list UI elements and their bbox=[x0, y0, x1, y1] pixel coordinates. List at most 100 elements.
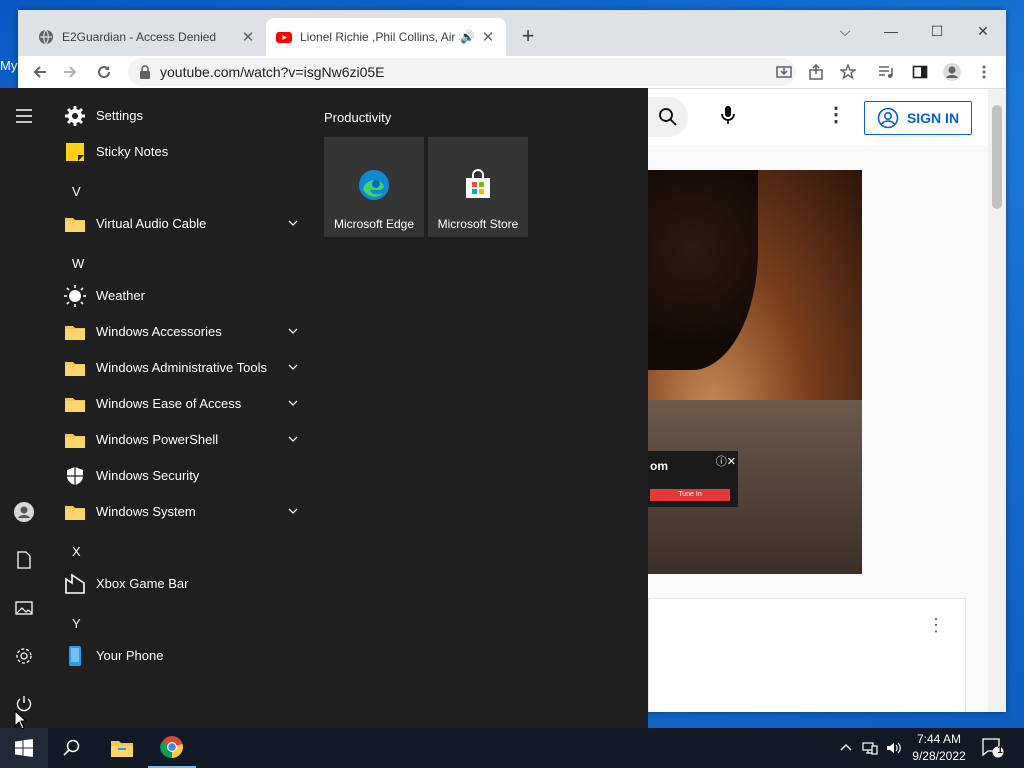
search-button[interactable] bbox=[648, 97, 688, 137]
app-label: Windows Accessories bbox=[96, 324, 222, 339]
video-player[interactable] bbox=[648, 170, 862, 574]
chevron-down-icon[interactable] bbox=[286, 324, 300, 338]
search-icon bbox=[659, 108, 677, 126]
close-window-button[interactable]: ✕ bbox=[960, 16, 1006, 46]
chevron-down-icon[interactable] bbox=[286, 396, 300, 410]
letter-header-y[interactable]: Y bbox=[72, 616, 81, 631]
taskbar-file-explorer[interactable] bbox=[98, 728, 146, 768]
tile-group-title[interactable]: Productivity bbox=[324, 110, 391, 125]
ad-tune-in-button[interactable]: Tune In bbox=[650, 489, 730, 501]
scrollbar-thumb[interactable] bbox=[992, 105, 1002, 209]
video-info-card: ⋮ bbox=[648, 598, 966, 712]
app-label: Weather bbox=[96, 288, 145, 303]
chrome-menu-icon[interactable] bbox=[972, 60, 996, 84]
desktop-icon-label[interactable]: My bbox=[0, 58, 17, 73]
app-windows-powershell[interactable]: Windows PowerShell bbox=[48, 422, 310, 458]
app-label: Xbox Game Bar bbox=[96, 576, 189, 591]
folder-icon bbox=[65, 398, 85, 412]
app-weather[interactable]: Weather bbox=[48, 278, 310, 314]
media-control-icon[interactable] bbox=[874, 60, 898, 84]
close-tab-icon[interactable]: ✕ bbox=[480, 28, 496, 46]
pictures-icon[interactable] bbox=[8, 592, 40, 624]
tab-e2guardian[interactable]: E2Guardian - Access Denied ✕ bbox=[28, 18, 266, 56]
youtube-icon bbox=[276, 32, 292, 43]
weather-icon bbox=[64, 285, 86, 307]
forward-icon[interactable] bbox=[58, 60, 82, 84]
folder-icon bbox=[65, 326, 85, 340]
globe-icon bbox=[39, 29, 53, 45]
install-app-icon[interactable] bbox=[772, 60, 796, 84]
app-windows-ease-of-access[interactable]: Windows Ease of Access bbox=[48, 386, 310, 422]
back-icon[interactable] bbox=[28, 60, 52, 84]
show-hidden-icons-icon[interactable] bbox=[838, 740, 854, 756]
minimize-button[interactable]: — bbox=[868, 16, 914, 46]
bookmark-star-icon[interactable] bbox=[836, 60, 860, 84]
new-tab-button[interactable]: + bbox=[516, 24, 540, 48]
user-account-icon[interactable] bbox=[8, 496, 40, 528]
search-icon bbox=[63, 739, 80, 756]
app-label: Windows Ease of Access bbox=[96, 396, 242, 411]
notification-center-button[interactable]: 1 bbox=[982, 738, 1004, 758]
windows-logo-icon bbox=[15, 739, 33, 757]
side-panel-icon[interactable] bbox=[908, 60, 932, 84]
taskbar-search-button[interactable] bbox=[48, 728, 96, 768]
app-sticky-notes[interactable]: Sticky Notes bbox=[48, 134, 310, 170]
lock-icon bbox=[140, 65, 150, 79]
sticky-notes-icon bbox=[66, 143, 84, 161]
app-virtual-audio-cable[interactable]: Virtual Audio Cable bbox=[48, 206, 310, 242]
folder-icon bbox=[65, 506, 85, 520]
chevron-down-icon[interactable] bbox=[286, 360, 300, 374]
more-options-icon[interactable]: ⋮ bbox=[824, 103, 848, 127]
app-xbox-game-bar[interactable]: Xbox Game Bar bbox=[48, 566, 310, 602]
page-scrollbar[interactable] bbox=[988, 89, 1006, 712]
app-windows-administrative-tools[interactable]: Windows Administrative Tools bbox=[48, 350, 310, 386]
chevron-down-icon[interactable] bbox=[286, 216, 300, 230]
taskbar-clock[interactable]: 7:44 AM 9/28/2022 bbox=[906, 731, 972, 765]
hamburger-menu-icon[interactable] bbox=[8, 100, 40, 132]
app-label: Settings bbox=[96, 108, 143, 123]
speaker-icon[interactable]: 🔊 bbox=[460, 30, 475, 44]
ad-close-icon[interactable]: ⓘ✕ bbox=[716, 453, 736, 469]
chrome-icon bbox=[160, 736, 183, 759]
settings-rail-icon[interactable] bbox=[8, 640, 40, 672]
ad-text: om bbox=[650, 459, 668, 473]
documents-icon[interactable] bbox=[8, 544, 40, 576]
edge-icon bbox=[359, 170, 389, 200]
phone-icon bbox=[69, 646, 81, 666]
letter-header-w[interactable]: W bbox=[72, 256, 84, 271]
tab-youtube[interactable]: Lionel Richie ,Phil Collins, Air Supply … bbox=[266, 18, 506, 56]
microphone-icon[interactable] bbox=[716, 103, 740, 127]
letter-header-v[interactable]: V bbox=[72, 184, 81, 199]
app-windows-security[interactable]: Windows Security bbox=[48, 458, 310, 494]
tile-microsoft-edge[interactable]: Microsoft Edge bbox=[324, 137, 424, 237]
start-button[interactable] bbox=[0, 728, 48, 768]
app-windows-accessories[interactable]: Windows Accessories bbox=[48, 314, 310, 350]
sign-in-button[interactable]: SIGN IN bbox=[864, 101, 972, 135]
app-windows-system[interactable]: Windows System bbox=[48, 494, 310, 530]
clock-time: 7:44 AM bbox=[916, 732, 962, 746]
tile-microsoft-store[interactable]: Microsoft Store bbox=[428, 137, 528, 237]
share-icon[interactable] bbox=[804, 60, 828, 84]
address-bar[interactable]: youtube.com/watch?v=isgNw6zi05E bbox=[128, 58, 796, 86]
volume-icon[interactable] bbox=[886, 740, 902, 756]
close-tab-icon[interactable]: ✕ bbox=[240, 28, 256, 46]
maximize-button[interactable]: ☐ bbox=[914, 16, 960, 46]
network-icon[interactable] bbox=[862, 740, 878, 756]
tab-search-button[interactable]: ⌵ bbox=[822, 16, 868, 46]
chevron-down-icon[interactable] bbox=[286, 504, 300, 518]
browser-toolbar: youtube.com/watch?v=isgNw6zi05E bbox=[18, 56, 1006, 89]
folder-icon bbox=[65, 434, 85, 448]
chevron-down-icon[interactable] bbox=[286, 432, 300, 446]
letter-header-x[interactable]: X bbox=[72, 544, 81, 559]
ad-overlay[interactable]: om ⓘ✕ Tune In bbox=[648, 451, 738, 507]
tab-title: E2Guardian - Access Denied bbox=[62, 30, 217, 44]
app-settings[interactable]: Settings bbox=[48, 98, 310, 134]
taskbar-chrome[interactable] bbox=[148, 728, 196, 768]
app-your-phone[interactable]: Your Phone bbox=[48, 638, 310, 674]
app-label: Windows Administrative Tools bbox=[96, 360, 267, 375]
reload-icon[interactable] bbox=[92, 60, 116, 84]
tab-strip: E2Guardian - Access Denied ✕ Lionel Rich… bbox=[18, 10, 1006, 56]
card-more-icon[interactable]: ⋮ bbox=[927, 615, 945, 636]
gear-icon bbox=[65, 106, 85, 126]
profile-icon[interactable] bbox=[940, 60, 964, 84]
